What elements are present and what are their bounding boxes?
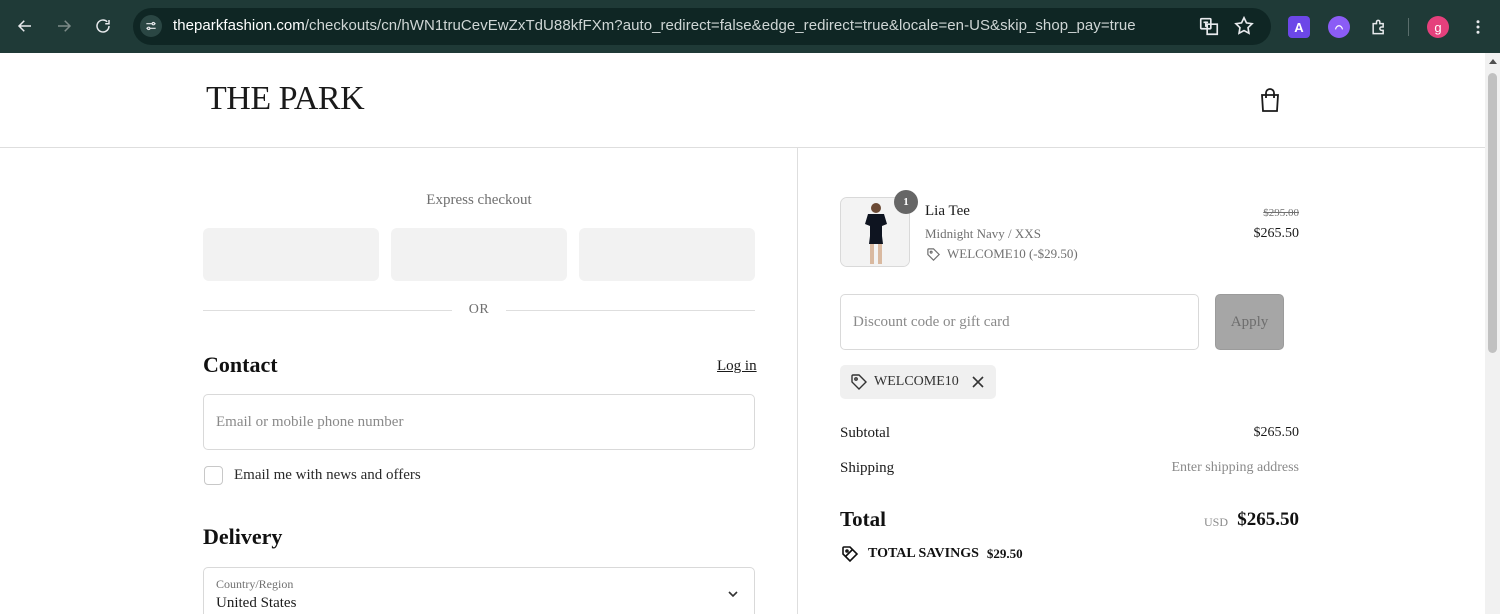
tag-icon — [851, 374, 867, 390]
product-variant: Midnight Navy / XXS — [925, 226, 1041, 241]
express-checkout-label: Express checkout — [426, 192, 532, 208]
express-pay-button-3[interactable] — [579, 228, 755, 281]
translate-icon[interactable] — [1198, 15, 1220, 37]
login-link[interactable]: Log in — [717, 358, 757, 375]
contact-heading: Contact — [203, 352, 278, 377]
newsletter-label[interactable]: Email me with news and offers — [234, 467, 421, 484]
total-savings: TOTAL SAVINGS $29.50 — [840, 544, 1023, 564]
extensions-puzzle-icon[interactable] — [1368, 16, 1390, 38]
shipping-label: Shipping — [840, 460, 895, 476]
email-field[interactable] — [203, 394, 755, 450]
applied-code-chip: WELCOME10 — [840, 365, 996, 399]
savings-tag-icon — [842, 546, 859, 563]
bookmark-star-icon[interactable] — [1233, 15, 1255, 37]
tag-icon — [927, 247, 940, 261]
extension-a-icon[interactable]: A — [1288, 16, 1310, 38]
express-pay-button-1[interactable] — [203, 228, 379, 281]
savings-value: $29.50 — [986, 546, 1023, 561]
toolbar-separator — [1408, 18, 1409, 36]
email-input[interactable] — [204, 395, 754, 449]
or-divider-right — [506, 310, 755, 311]
scroll-thumb[interactable] — [1488, 73, 1497, 353]
total-value: $265.50 — [1237, 509, 1299, 530]
page-scrollbar[interactable] — [1485, 53, 1500, 614]
discount-code-field[interactable] — [840, 294, 1199, 350]
chevron-down-icon — [726, 587, 740, 601]
savings-label: TOTAL SAVINGS — [868, 546, 979, 561]
extension-swirl-icon[interactable] — [1328, 16, 1350, 38]
subtotal-value: $265.50 — [1253, 425, 1300, 440]
shopping-bag-icon[interactable] — [1258, 87, 1282, 113]
url-text[interactable]: theparkfashion.com/checkouts/cn/hWN1truC… — [173, 17, 1136, 34]
reload-icon[interactable] — [91, 14, 115, 38]
country-value: United States — [216, 595, 297, 611]
express-pay-button-2[interactable] — [391, 228, 567, 281]
discount-code-input[interactable] — [841, 295, 1198, 349]
quantity-badge: 1 — [894, 190, 918, 214]
subtotal-label: Subtotal — [840, 425, 891, 441]
product-name: Lia Tee — [925, 203, 970, 219]
store-logo[interactable]: THE PARK — [206, 80, 365, 118]
forward-arrow-icon[interactable] — [52, 14, 76, 38]
total-currency: USD — [1203, 515, 1228, 529]
shipping-value: Enter shipping address — [1171, 460, 1299, 475]
apply-button[interactable]: Apply — [1215, 294, 1284, 350]
product-discount-text: WELCOME10 (-$29.50) — [947, 246, 1078, 261]
column-divider — [797, 148, 798, 614]
scroll-up-arrow-icon[interactable] — [1489, 59, 1497, 64]
discounted-price: $265.50 — [1253, 226, 1300, 241]
country-select[interactable]: Country/Region United States — [203, 567, 755, 614]
or-label: OR — [468, 302, 490, 317]
browser-toolbar: theparkfashion.com/checkouts/cn/hWN1truC… — [0, 0, 1500, 53]
site-info-icon[interactable] — [140, 15, 162, 37]
or-divider-left — [203, 310, 452, 311]
profile-avatar[interactable]: g — [1427, 16, 1449, 38]
applied-code-text: WELCOME10 — [874, 374, 959, 389]
original-price: $295.00 — [1263, 207, 1299, 219]
delivery-heading: Delivery — [203, 524, 283, 549]
newsletter-checkbox[interactable] — [204, 466, 223, 485]
remove-code-close-icon[interactable] — [970, 374, 986, 390]
menu-dots-icon[interactable] — [1467, 16, 1489, 38]
product-discount: WELCOME10 (-$29.50) — [926, 246, 1078, 262]
site-header: THE PARK — [0, 53, 1485, 148]
total-label: Total — [840, 507, 886, 531]
back-arrow-icon[interactable] — [13, 14, 37, 38]
country-label: Country/Region — [216, 577, 294, 591]
